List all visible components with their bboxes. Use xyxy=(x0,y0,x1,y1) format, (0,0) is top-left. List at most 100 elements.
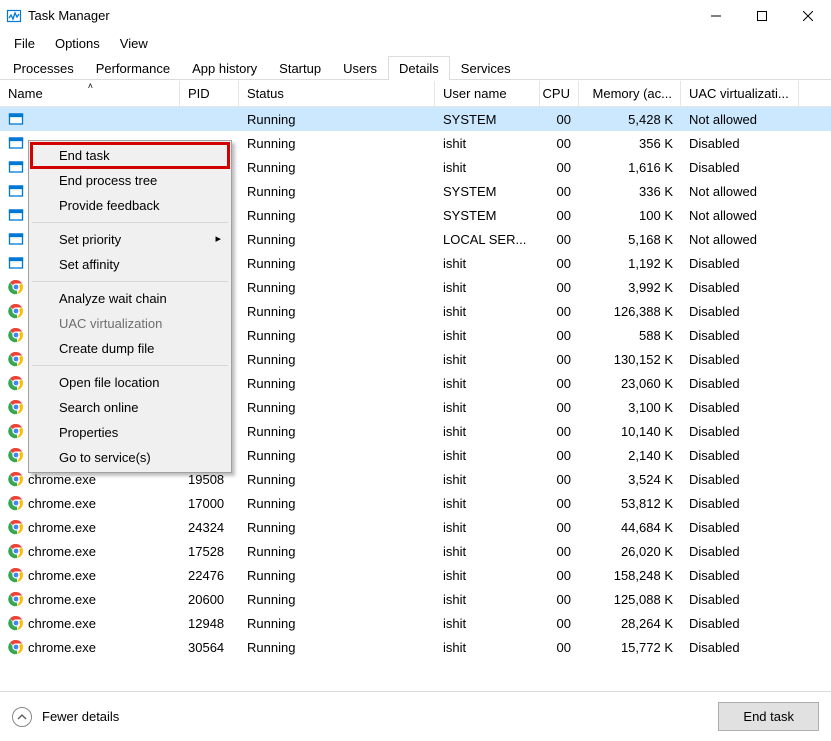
cell: Disabled xyxy=(681,275,799,299)
context-menu-item-analyze-wait-chain[interactable]: Analyze wait chain xyxy=(31,286,229,311)
cell: 3,100 K xyxy=(579,395,681,419)
cell: Not allowed xyxy=(681,107,799,131)
cell: Disabled xyxy=(681,587,799,611)
tab-processes[interactable]: Processes xyxy=(2,56,85,80)
cell: 00 xyxy=(540,587,579,611)
cell: Running xyxy=(239,635,435,659)
cell: 356 K xyxy=(579,131,681,155)
cell: Disabled xyxy=(681,443,799,467)
cell: ishit xyxy=(435,155,540,179)
context-menu-item-go-to-service-s-[interactable]: Go to service(s) xyxy=(31,445,229,470)
context-menu-item-set-priority[interactable]: Set priority xyxy=(31,227,229,252)
cell: chrome.exe xyxy=(0,563,180,587)
table-row[interactable]: RunningSYSTEM005,428 KNot allowed xyxy=(0,107,831,131)
table-row[interactable]: chrome.exe20600Runningishit00125,088 KDi… xyxy=(0,587,831,611)
cell: 22476 xyxy=(180,563,239,587)
column-header-user[interactable]: User name xyxy=(435,81,540,106)
column-header-name[interactable]: Name˄ xyxy=(0,81,180,106)
cell: 126,388 K xyxy=(579,299,681,323)
table-row[interactable]: chrome.exe17528Runningishit0026,020 KDis… xyxy=(0,539,831,563)
generic-process-icon xyxy=(8,159,24,175)
process-name: chrome.exe xyxy=(28,568,96,583)
cell: ishit xyxy=(435,275,540,299)
tab-strip: ProcessesPerformanceApp historyStartupUs… xyxy=(0,54,831,80)
fewer-details-link[interactable]: Fewer details xyxy=(42,709,119,724)
table-row[interactable]: chrome.exe12948Runningishit0028,264 KDis… xyxy=(0,611,831,635)
chrome-icon xyxy=(8,615,24,631)
cell: 588 K xyxy=(579,323,681,347)
context-menu-separator xyxy=(32,222,228,223)
cell: chrome.exe xyxy=(0,611,180,635)
chrome-icon xyxy=(8,279,24,295)
titlebar: Task Manager xyxy=(0,0,831,32)
context-menu-item-open-file-location[interactable]: Open file location xyxy=(31,370,229,395)
cell: 23,060 K xyxy=(579,371,681,395)
cell: 17528 xyxy=(180,539,239,563)
maximize-button[interactable] xyxy=(739,0,785,32)
cell: Disabled xyxy=(681,323,799,347)
process-name: chrome.exe xyxy=(28,520,96,535)
tab-startup[interactable]: Startup xyxy=(268,56,332,80)
context-menu-item-end-task[interactable]: End task xyxy=(31,143,229,168)
context-menu-item-properties[interactable]: Properties xyxy=(31,420,229,445)
menubar: FileOptionsView xyxy=(0,32,831,54)
cell: Running xyxy=(239,611,435,635)
cell: Disabled xyxy=(681,347,799,371)
chrome-icon xyxy=(8,351,24,367)
menu-options[interactable]: Options xyxy=(45,34,110,53)
cell: ishit xyxy=(435,251,540,275)
cell: 00 xyxy=(540,539,579,563)
column-header-status[interactable]: Status xyxy=(239,81,435,106)
tab-details[interactable]: Details xyxy=(388,56,450,80)
context-menu-item-end-process-tree[interactable]: End process tree xyxy=(31,168,229,193)
cell: 00 xyxy=(540,107,579,131)
tab-services[interactable]: Services xyxy=(450,56,522,80)
column-header-mem[interactable]: Memory (ac... xyxy=(579,81,681,106)
cell: Disabled xyxy=(681,155,799,179)
chrome-icon xyxy=(8,543,24,559)
context-menu: End taskEnd process treeProvide feedback… xyxy=(28,140,232,473)
cell: chrome.exe xyxy=(0,539,180,563)
chrome-icon xyxy=(8,423,24,439)
cell: SYSTEM xyxy=(435,107,540,131)
close-button[interactable] xyxy=(785,0,831,32)
menu-view[interactable]: View xyxy=(110,34,158,53)
tab-users[interactable]: Users xyxy=(332,56,388,80)
process-name: chrome.exe xyxy=(28,592,96,607)
process-name: chrome.exe xyxy=(28,616,96,631)
end-task-button[interactable]: End task xyxy=(718,702,819,731)
minimize-button[interactable] xyxy=(693,0,739,32)
cell: 125,088 K xyxy=(579,587,681,611)
cell: 00 xyxy=(540,203,579,227)
tab-performance[interactable]: Performance xyxy=(85,56,181,80)
cell: Running xyxy=(239,371,435,395)
tab-app-history[interactable]: App history xyxy=(181,56,268,80)
window-title: Task Manager xyxy=(28,8,110,23)
context-menu-item-search-online[interactable]: Search online xyxy=(31,395,229,420)
process-name: chrome.exe xyxy=(28,640,96,655)
cell: Running xyxy=(239,179,435,203)
cell: ishit xyxy=(435,299,540,323)
cell: Running xyxy=(239,275,435,299)
cell: 53,812 K xyxy=(579,491,681,515)
cell: ishit xyxy=(435,635,540,659)
context-menu-item-create-dump-file[interactable]: Create dump file xyxy=(31,336,229,361)
table-row[interactable]: chrome.exe24324Runningishit0044,684 KDis… xyxy=(0,515,831,539)
menu-file[interactable]: File xyxy=(4,34,45,53)
context-menu-item-uac-virtualization: UAC virtualization xyxy=(31,311,229,336)
cell: 00 xyxy=(540,275,579,299)
table-row[interactable]: chrome.exe22476Runningishit00158,248 KDi… xyxy=(0,563,831,587)
context-menu-item-set-affinity[interactable]: Set affinity xyxy=(31,252,229,277)
cell: Running xyxy=(239,251,435,275)
generic-process-icon xyxy=(8,111,24,127)
table-row[interactable]: chrome.exe17000Runningishit0053,812 KDis… xyxy=(0,491,831,515)
column-header-uac[interactable]: UAC virtualizati... xyxy=(681,81,799,106)
column-header-pid[interactable]: PID xyxy=(180,81,239,106)
context-menu-item-provide-feedback[interactable]: Provide feedback xyxy=(31,193,229,218)
chevron-up-icon[interactable] xyxy=(12,707,32,727)
cell: Not allowed xyxy=(681,203,799,227)
table-row[interactable]: chrome.exe30564Runningishit0015,772 KDis… xyxy=(0,635,831,659)
column-header-cpu[interactable]: CPU xyxy=(540,81,579,106)
cell: 2,140 K xyxy=(579,443,681,467)
cell: Not allowed xyxy=(681,179,799,203)
